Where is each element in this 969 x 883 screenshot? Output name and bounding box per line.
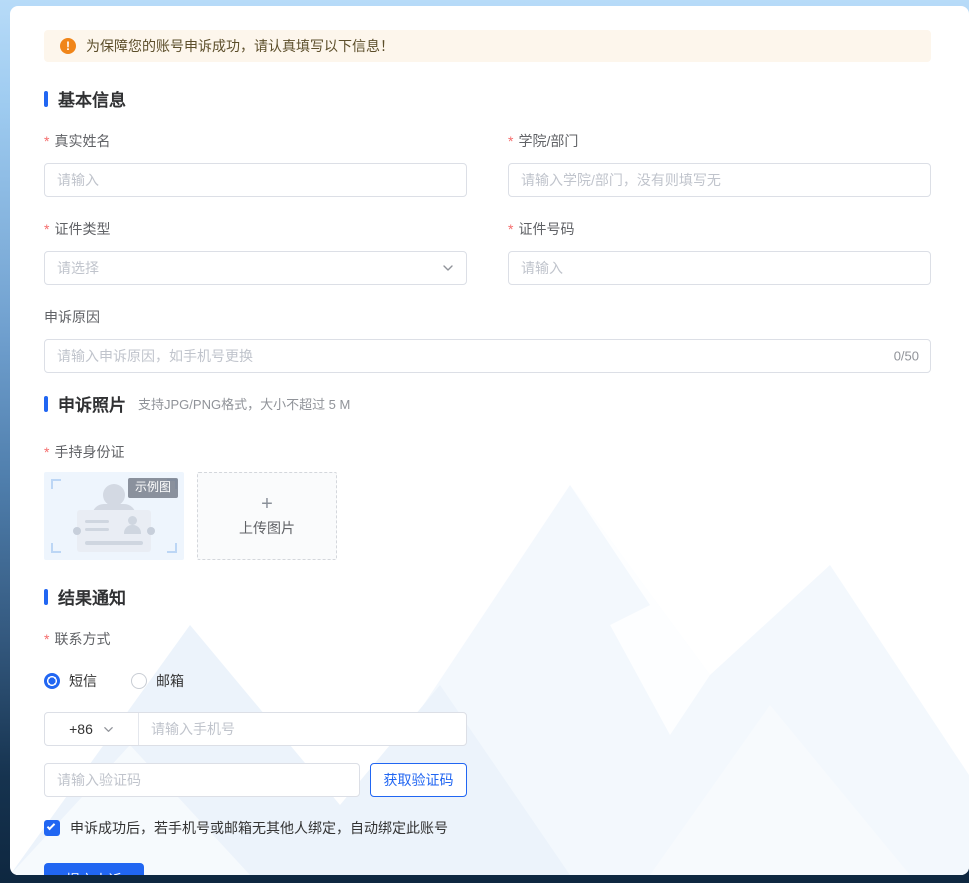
- section-accent-bar: [44, 91, 48, 107]
- radio-email[interactable]: 邮箱: [131, 671, 184, 691]
- id-card-graphic: [77, 510, 151, 552]
- real-name-input[interactable]: [44, 163, 467, 197]
- form-content: ! 为保障您的账号申诉成功，请认真填写以下信息！ 基本信息 * 真实姓名: [10, 6, 969, 875]
- frame-corner: [51, 479, 61, 489]
- captcha-input[interactable]: [44, 763, 360, 797]
- frame-corner: [51, 543, 61, 553]
- phone-number-input[interactable]: [139, 713, 466, 745]
- section-title-appeal-photos: 申诉照片: [58, 391, 126, 416]
- section-header-appeal-photos: 申诉照片 支持JPG/PNG格式，大小不超过 5 M: [44, 391, 931, 416]
- required-mark: *: [508, 133, 513, 149]
- id-type-select[interactable]: 请选择: [44, 251, 467, 285]
- id-type-label: * 证件类型: [44, 219, 467, 239]
- section-accent-bar: [44, 589, 48, 605]
- appeal-form-card: ! 为保障您的账号申诉成功，请认真填写以下信息！ 基本信息 * 真实姓名: [10, 6, 969, 875]
- department-label-text: 学院/部门: [518, 131, 578, 151]
- frame-corner: [167, 543, 177, 553]
- real-name-label: * 真实姓名: [44, 131, 467, 151]
- country-code-value: +86: [69, 721, 93, 737]
- auto-bind-checkbox[interactable]: [44, 820, 60, 836]
- id-photo-label: * 手持身份证: [44, 442, 931, 462]
- basic-info-fields: * 真实姓名 * 学院/部门 * 证件类型: [44, 131, 931, 307]
- phone-input-group: +86: [44, 712, 467, 746]
- contact-method-radio-group: 短信 邮箱: [44, 671, 931, 691]
- hand-dot: [73, 527, 81, 535]
- chevron-down-icon: [103, 724, 114, 735]
- country-code-select[interactable]: +86: [45, 713, 139, 745]
- department-label: * 学院/部门: [508, 131, 931, 151]
- required-mark: *: [508, 221, 513, 237]
- appeal-page: ! 为保障您的账号申诉成功，请认真填写以下信息！ 基本信息 * 真实姓名: [0, 0, 969, 883]
- required-mark: *: [44, 444, 49, 460]
- sample-tag-badge: 示例图: [128, 478, 178, 498]
- radio-sms[interactable]: 短信: [44, 671, 97, 691]
- field-id-number: * 证件号码: [508, 219, 931, 285]
- captcha-row: 获取验证码: [44, 763, 931, 797]
- person-holding-id-icon: [103, 484, 125, 506]
- radio-sms-label: 短信: [69, 671, 97, 691]
- chevron-down-icon: [442, 262, 454, 274]
- auto-bind-label: 申诉成功后，若手机号或邮箱无其他人绑定，自动绑定此账号: [70, 818, 448, 838]
- required-mark: *: [44, 221, 49, 237]
- char-counter: 0/50: [894, 349, 919, 364]
- field-department: * 学院/部门: [508, 131, 931, 197]
- checkmark-icon: [47, 822, 55, 830]
- get-captcha-button[interactable]: 获取验证码: [370, 763, 467, 797]
- plus-icon: +: [261, 494, 273, 514]
- photo-format-note: 支持JPG/PNG格式，大小不超过 5 M: [138, 394, 350, 413]
- radio-unselected-icon: [131, 673, 147, 689]
- radio-email-label: 邮箱: [156, 671, 184, 691]
- contact-method-label: * 联系方式: [44, 629, 931, 649]
- appeal-reason-label: 申诉原因: [44, 307, 931, 327]
- auto-bind-row: 申诉成功后，若手机号或邮箱无其他人绑定，自动绑定此账号: [44, 818, 931, 838]
- required-mark: *: [44, 133, 49, 149]
- appeal-reason-input[interactable]: [44, 339, 931, 373]
- id-type-label-text: 证件类型: [54, 219, 110, 239]
- warning-banner-text: 为保障您的账号申诉成功，请认真填写以下信息！: [86, 36, 394, 56]
- contact-method-label-text: 联系方式: [54, 629, 110, 649]
- upload-image-button[interactable]: + 上传图片: [197, 472, 337, 560]
- warning-banner: ! 为保障您的账号申诉成功，请认真填写以下信息！: [44, 30, 931, 62]
- id-number-label: * 证件号码: [508, 219, 931, 239]
- field-id-type: * 证件类型 请选择: [44, 219, 467, 285]
- section-header-result-notify: 结果通知: [44, 584, 931, 609]
- id-number-label-text: 证件号码: [518, 219, 574, 239]
- hand-dot: [147, 527, 155, 535]
- appeal-reason-input-wrap: 0/50: [44, 339, 931, 373]
- required-mark: *: [44, 631, 49, 647]
- radio-selected-icon: [44, 673, 60, 689]
- id-photo-label-text: 手持身份证: [54, 442, 124, 462]
- id-number-input[interactable]: [508, 251, 931, 285]
- section-title-basic-info: 基本信息: [58, 86, 126, 111]
- upload-button-label: 上传图片: [239, 518, 295, 538]
- real-name-label-text: 真实姓名: [54, 131, 110, 151]
- sample-image: 示例图: [44, 472, 184, 560]
- id-photo-row: 示例图 + 上传图片: [44, 472, 931, 560]
- id-type-select-placeholder: 请选择: [57, 258, 99, 278]
- field-real-name: * 真实姓名: [44, 131, 467, 197]
- department-input[interactable]: [508, 163, 931, 197]
- appeal-reason-label-text: 申诉原因: [44, 307, 100, 327]
- section-header-basic-info: 基本信息: [44, 86, 931, 111]
- section-title-result-notify: 结果通知: [58, 584, 126, 609]
- section-accent-bar: [44, 396, 48, 412]
- warning-icon: !: [60, 38, 76, 54]
- submit-appeal-button[interactable]: 提交申诉: [44, 863, 144, 875]
- field-appeal-reason: 申诉原因 0/50: [44, 307, 931, 373]
